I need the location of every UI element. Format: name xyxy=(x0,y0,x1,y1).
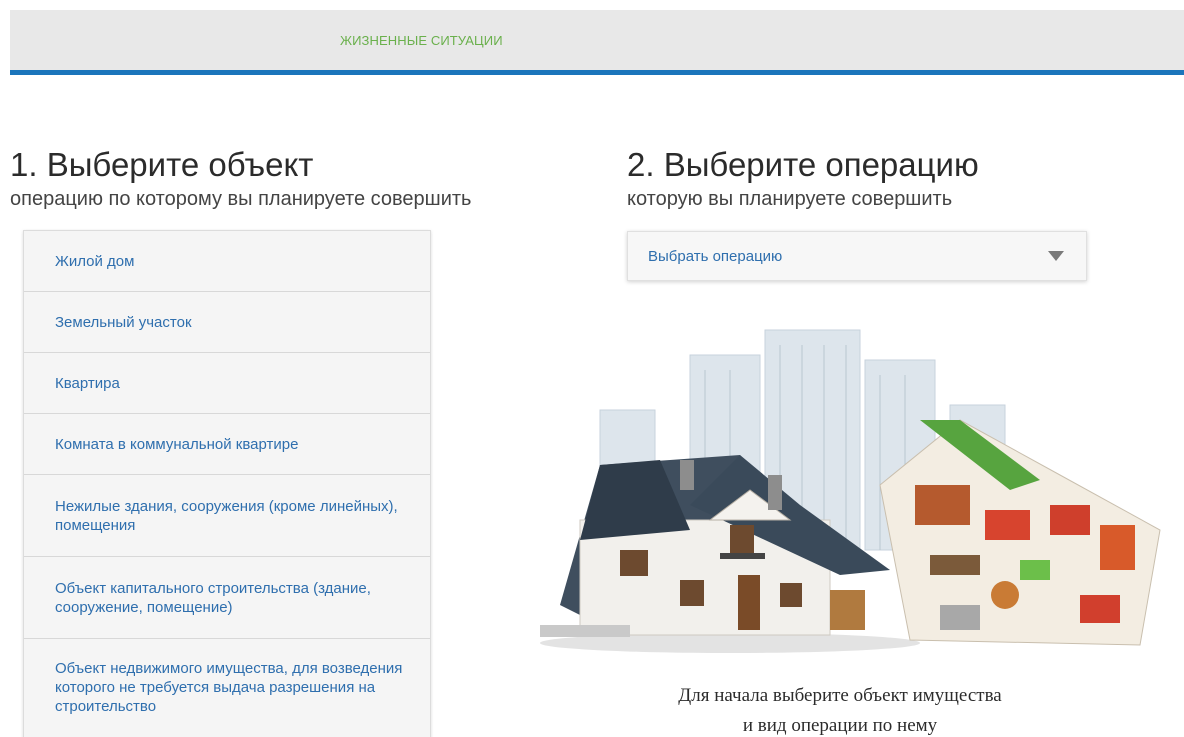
real-estate-illustration xyxy=(540,329,1161,653)
object-item-capital-construction[interactable]: Объект капитального строительства (здани… xyxy=(24,557,430,639)
hint-line-2: и вид операции по нему xyxy=(742,715,938,736)
object-item-land-plot[interactable]: Земельный участок xyxy=(24,292,430,353)
operation-select-value: Выбрать операцию xyxy=(648,248,783,265)
object-list: Жилой дом Земельный участок Квартира Ком… xyxy=(23,230,431,737)
object-item-apartment[interactable]: Квартира xyxy=(24,353,430,414)
chevron-down-icon[interactable] xyxy=(1048,251,1064,261)
object-item-communal-room[interactable]: Комната в коммунальной квартире xyxy=(24,414,430,475)
page: ЖИЗНЕННЫЕ СИТУАЦИИ 1. Выберите объект оп… xyxy=(0,0,1184,737)
nav-link-life-situations[interactable]: ЖИЗНЕННЫЕ СИТУАЦИИ xyxy=(340,33,503,48)
step2-title: 2. Выберите операцию xyxy=(627,146,979,183)
step1-subtitle: операцию по которому вы планируете совер… xyxy=(10,188,472,210)
apartment-plan-image xyxy=(879,419,1161,646)
house-image xyxy=(540,455,920,653)
step2-subtitle: которую вы планируете совершить xyxy=(627,188,953,210)
operation-select[interactable]: Выбрать операцию xyxy=(627,231,1087,281)
object-item-non-residential[interactable]: Нежилые здания, сооружения (кроме линейн… xyxy=(24,475,430,557)
object-item-residential-house[interactable]: Жилой дом xyxy=(24,231,430,292)
top-navigation-bar: ЖИЗНЕННЫЕ СИТУАЦИИ xyxy=(10,10,1184,75)
object-item-no-permit-object[interactable]: Объект недвижимого имущества, для возвед… xyxy=(24,639,430,737)
step1-title: 1. Выберите объект xyxy=(10,146,314,183)
hint-line-1: Для начала выберите объект имущества xyxy=(678,685,1002,706)
